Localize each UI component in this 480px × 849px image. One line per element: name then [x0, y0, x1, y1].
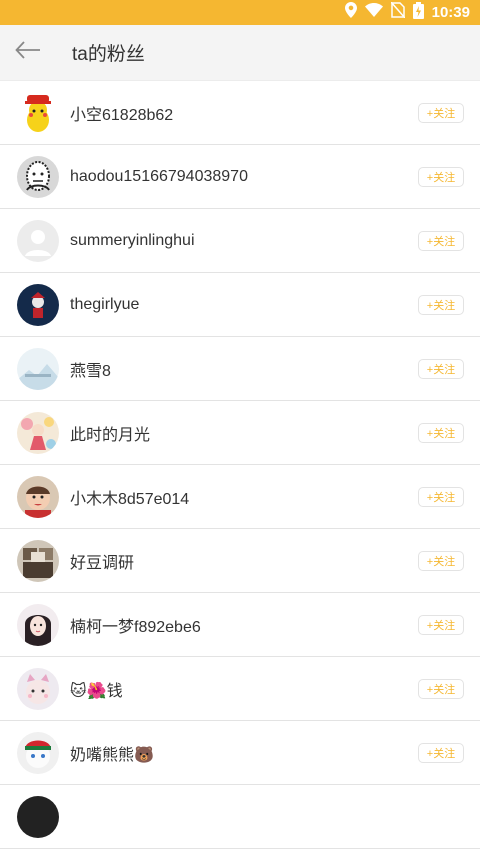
follow-button[interactable]: +关注 [418, 550, 464, 571]
no-sim-icon [390, 1, 406, 23]
follow-button[interactable]: +关注 [418, 166, 464, 187]
list-item[interactable]: 燕雪8 +关注 [0, 337, 480, 401]
list-item[interactable]: summeryinlinghui +关注 [0, 209, 480, 273]
avatar [17, 539, 59, 582]
avatar [17, 795, 59, 838]
follow-button[interactable]: +关注 [418, 230, 464, 251]
clock: 10:39 [431, 4, 470, 21]
avatar [17, 667, 59, 710]
wifi-icon [364, 3, 383, 22]
battery-icon [412, 1, 424, 24]
follow-button[interactable]: +关注 [418, 294, 464, 315]
back-button[interactable] [0, 25, 56, 81]
location-icon [344, 2, 357, 23]
avatar [17, 475, 59, 518]
list-item[interactable]: haodou15166794038970 +关注 [0, 145, 480, 209]
avatar [17, 731, 59, 774]
app-header: ta的粉丝 [0, 25, 480, 81]
page-title: ta的粉丝 [72, 44, 145, 65]
avatar [17, 283, 59, 326]
list-item[interactable]: 🐱🌺钱 +关注 [0, 657, 480, 721]
follow-button[interactable]: +关注 [418, 678, 464, 699]
avatar [17, 603, 59, 646]
list-item[interactable]: thegirlyue +关注 [0, 273, 480, 337]
list-item[interactable]: 好豆调研 +关注 [0, 529, 480, 593]
list-item[interactable] [0, 785, 480, 849]
list-item[interactable]: 奶嘴熊熊🐻 +关注 [0, 721, 480, 785]
list-item[interactable]: 此时的月光 +关注 [0, 401, 480, 465]
avatar [17, 411, 59, 454]
avatar [17, 91, 59, 134]
follower-list: 小空61828b62 +关注 haodou15166794038970 +关注 … [0, 81, 480, 849]
follow-button[interactable]: +关注 [418, 358, 464, 379]
avatar [17, 155, 59, 198]
list-item[interactable]: 小木木8d57e014 +关注 [0, 465, 480, 529]
avatar [17, 347, 59, 390]
status-bar: 10:39 [0, 0, 480, 25]
arrow-left-icon [15, 41, 41, 64]
avatar [17, 219, 59, 262]
follow-button[interactable]: +关注 [418, 422, 464, 443]
follow-button[interactable]: +关注 [418, 614, 464, 635]
list-item[interactable]: 楠柯一梦f892ebe6 +关注 [0, 593, 480, 657]
follow-button[interactable]: +关注 [418, 742, 464, 763]
follow-button[interactable]: +关注 [418, 102, 464, 123]
list-item[interactable]: 小空61828b62 +关注 [0, 81, 480, 145]
follow-button[interactable]: +关注 [418, 486, 464, 507]
